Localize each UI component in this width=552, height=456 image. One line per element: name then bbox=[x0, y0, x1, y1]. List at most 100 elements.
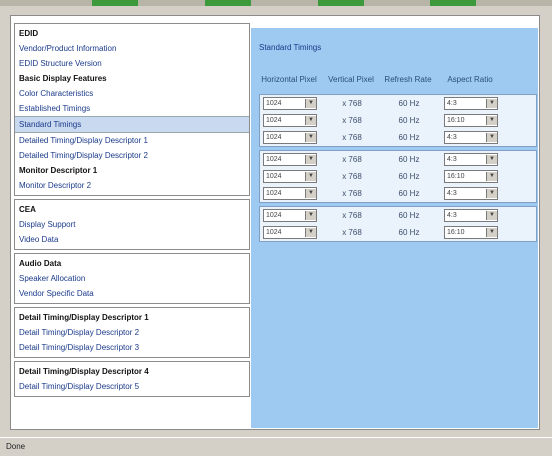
sidebar-item[interactable]: Detail Timing/Display Descriptor 1 bbox=[15, 310, 249, 325]
dropdown-arrow-icon[interactable]: ▼ bbox=[305, 155, 316, 164]
aspect-ratio-select[interactable]: 4:3 ▼ bbox=[444, 187, 498, 200]
sidebar-item[interactable]: Color Characteristics bbox=[15, 86, 249, 101]
aspect-ratio-cell: 16:10 ▼ bbox=[434, 114, 508, 127]
horizontal-pixel-select[interactable]: 1024 ▼ bbox=[263, 170, 317, 183]
sidebar-group: Detail Timing/Display Descriptor 4 Detail… bbox=[14, 361, 250, 397]
timing-group: 1024 ▼ x 768 60 Hz 4:3 ▼ 1024 ▼ x 768 60 Hz 16:10 ▼… bbox=[259, 150, 537, 203]
aspect-ratio-select[interactable]: 4:3 ▼ bbox=[444, 209, 498, 222]
aspect-ratio-select-value: 16:10 bbox=[447, 173, 465, 180]
refresh-rate-cell: 60 Hz bbox=[398, 228, 420, 237]
aspect-ratio-select[interactable]: 4:3 ▼ bbox=[444, 131, 498, 144]
dropdown-arrow-icon[interactable]: ▼ bbox=[305, 99, 316, 108]
vertical-pixel-cell: x 768 bbox=[342, 228, 362, 237]
sidebar-item[interactable]: Established Timings bbox=[15, 101, 249, 116]
aspect-ratio-select-value: 16:10 bbox=[447, 117, 465, 124]
sidebar-item[interactable]: Detail Timing/Display Descriptor 4 bbox=[15, 364, 249, 379]
sidebar-item[interactable]: Detail Timing/Display Descriptor 3 bbox=[15, 340, 249, 355]
horizontal-pixel-select[interactable]: 1024 ▼ bbox=[263, 187, 317, 200]
sidebar-item[interactable]: Vendor/Product Information bbox=[15, 41, 249, 56]
sidebar-group: CEA Display Support Video Data bbox=[14, 199, 250, 250]
toolbar-tab-1[interactable] bbox=[92, 0, 138, 6]
horizontal-pixel-select-value: 1024 bbox=[266, 190, 282, 197]
aspect-ratio-select[interactable]: 16:10 ▼ bbox=[444, 114, 498, 127]
horizontal-pixel-cell: 1024 ▼ bbox=[260, 114, 320, 127]
aspect-ratio-cell: 16:10 ▼ bbox=[434, 170, 508, 183]
horizontal-pixel-cell: 1024 ▼ bbox=[260, 131, 320, 144]
sidebar-item[interactable]: Detail Timing/Display Descriptor 5 bbox=[15, 379, 249, 394]
header-refresh-rate: Refresh Rate bbox=[384, 74, 432, 84]
horizontal-pixel-cell: 1024 ▼ bbox=[260, 170, 320, 183]
sidebar-item[interactable]: Monitor Descriptor 1 bbox=[15, 163, 249, 178]
horizontal-pixel-select[interactable]: 1024 ▼ bbox=[263, 131, 317, 144]
toolbar-tab-3[interactable] bbox=[318, 0, 364, 6]
aspect-ratio-select[interactable]: 4:3 ▼ bbox=[444, 153, 498, 166]
sidebar-item[interactable]: Monitor Descriptor 2 bbox=[15, 178, 249, 193]
panel-title: Standard Timings bbox=[259, 43, 322, 52]
dropdown-arrow-icon[interactable]: ▼ bbox=[486, 116, 497, 125]
toolbar-tab-2[interactable] bbox=[205, 0, 251, 6]
sidebar-item[interactable]: EDID bbox=[15, 26, 249, 41]
aspect-ratio-select[interactable]: 16:10 ▼ bbox=[444, 226, 498, 239]
dropdown-arrow-icon[interactable]: ▼ bbox=[486, 133, 497, 142]
horizontal-pixel-select[interactable]: 1024 ▼ bbox=[263, 97, 317, 110]
sidebar-item[interactable]: Display Support bbox=[15, 217, 249, 232]
horizontal-pixel-select-value: 1024 bbox=[266, 156, 282, 163]
table-row: 1024 ▼ x 768 60 Hz 4:3 ▼ bbox=[260, 207, 536, 224]
aspect-ratio-select-value: 4:3 bbox=[447, 156, 457, 163]
standard-timings-table: Horizontal Pixel Vertical Pixel Refresh … bbox=[259, 64, 537, 245]
dropdown-arrow-icon[interactable]: ▼ bbox=[486, 228, 497, 237]
edid-navigation-sidebar: EDID Vendor/Product Information EDID Struc… bbox=[14, 23, 250, 427]
dropdown-arrow-icon[interactable]: ▼ bbox=[305, 211, 316, 220]
horizontal-pixel-select-value: 1024 bbox=[266, 173, 282, 180]
sidebar-item[interactable]: Detailed Timing/Display Descriptor 1 bbox=[15, 133, 249, 148]
aspect-ratio-cell: 4:3 ▼ bbox=[434, 209, 508, 222]
horizontal-pixel-select-value: 1024 bbox=[266, 212, 282, 219]
sidebar-item[interactable]: Vendor Specific Data bbox=[15, 286, 249, 301]
table-row: 1024 ▼ x 768 60 Hz 4:3 ▼ bbox=[260, 185, 536, 202]
dropdown-arrow-icon[interactable]: ▼ bbox=[305, 172, 316, 181]
horizontal-pixel-select[interactable]: 1024 ▼ bbox=[263, 226, 317, 239]
dropdown-arrow-icon[interactable]: ▼ bbox=[486, 99, 497, 108]
aspect-ratio-cell: 4:3 ▼ bbox=[434, 153, 508, 166]
dropdown-arrow-icon[interactable]: ▼ bbox=[486, 155, 497, 164]
toolbar-tab-4[interactable] bbox=[430, 0, 476, 6]
header-aspect-ratio: Aspect Ratio bbox=[447, 74, 493, 84]
sidebar-item[interactable]: Audio Data bbox=[15, 256, 249, 271]
aspect-ratio-select[interactable]: 4:3 ▼ bbox=[444, 97, 498, 110]
horizontal-pixel-cell: 1024 ▼ bbox=[260, 209, 320, 222]
dropdown-arrow-icon[interactable]: ▼ bbox=[305, 133, 316, 142]
sidebar-item[interactable]: Video Data bbox=[15, 232, 249, 247]
vertical-pixel-cell: x 768 bbox=[342, 155, 362, 164]
sidebar-item[interactable]: Detail Timing/Display Descriptor 2 bbox=[15, 325, 249, 340]
table-row: 1024 ▼ x 768 60 Hz 4:3 ▼ bbox=[260, 95, 536, 112]
refresh-rate-cell: 60 Hz bbox=[398, 189, 420, 198]
table-row: 1024 ▼ x 768 60 Hz 16:10 ▼ bbox=[260, 224, 536, 241]
dropdown-arrow-icon[interactable]: ▼ bbox=[305, 116, 316, 125]
sidebar-item[interactable]: Basic Display Features bbox=[15, 71, 249, 86]
sidebar-item[interactable]: Detailed Timing/Display Descriptor 2 bbox=[15, 148, 249, 163]
table-header: Horizontal Pixel Vertical Pixel Refresh … bbox=[259, 64, 537, 94]
sidebar-item[interactable]: Speaker Allocation bbox=[15, 271, 249, 286]
dropdown-arrow-icon[interactable]: ▼ bbox=[486, 211, 497, 220]
dropdown-arrow-icon[interactable]: ▼ bbox=[486, 172, 497, 181]
horizontal-pixel-select-value: 1024 bbox=[266, 229, 282, 236]
header-horizontal-pixel: Horizontal Pixel bbox=[261, 74, 317, 84]
table-row: 1024 ▼ x 768 60 Hz 4:3 ▼ bbox=[260, 129, 536, 146]
horizontal-pixel-select[interactable]: 1024 ▼ bbox=[263, 114, 317, 127]
aspect-ratio-select-value: 4:3 bbox=[447, 134, 457, 141]
sidebar-item[interactable]: EDID Structure Version bbox=[15, 56, 249, 71]
dropdown-arrow-icon[interactable]: ▼ bbox=[305, 189, 316, 198]
sidebar-item[interactable]: Standard Timings bbox=[15, 116, 249, 133]
dropdown-arrow-icon[interactable]: ▼ bbox=[305, 228, 316, 237]
header-vertical-pixel: Vertical Pixel bbox=[328, 74, 374, 84]
aspect-ratio-cell: 16:10 ▼ bbox=[434, 226, 508, 239]
timing-group: 1024 ▼ x 768 60 Hz 4:3 ▼ 1024 ▼ x 768 60 Hz 16:10 ▼ bbox=[259, 206, 537, 242]
horizontal-pixel-select[interactable]: 1024 ▼ bbox=[263, 209, 317, 222]
sidebar-item[interactable]: CEA bbox=[15, 202, 249, 217]
aspect-ratio-select[interactable]: 16:10 ▼ bbox=[444, 170, 498, 183]
horizontal-pixel-select-value: 1024 bbox=[266, 100, 282, 107]
dropdown-arrow-icon[interactable]: ▼ bbox=[486, 189, 497, 198]
aspect-ratio-select-value: 16:10 bbox=[447, 229, 465, 236]
horizontal-pixel-cell: 1024 ▼ bbox=[260, 187, 320, 200]
horizontal-pixel-select[interactable]: 1024 ▼ bbox=[263, 153, 317, 166]
